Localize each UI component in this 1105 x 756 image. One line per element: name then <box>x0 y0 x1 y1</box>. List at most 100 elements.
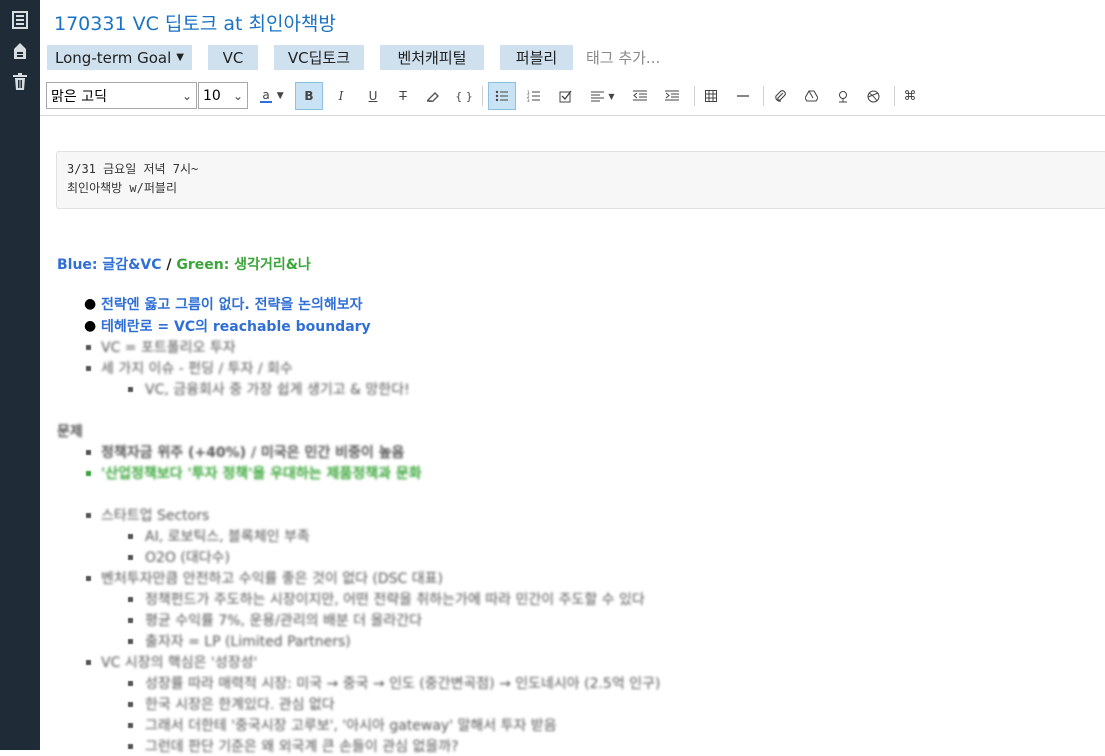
bullet-dot <box>128 723 133 728</box>
bullet-dot <box>128 555 133 560</box>
list-item: 그런데 판단 기준은 왜 외국계 큰 손들이 관심 없을까? <box>145 739 459 755</box>
underline-icon: U <box>368 89 378 103</box>
chevron-down-icon: ▼ <box>608 91 615 101</box>
bold-icon: B <box>304 89 314 103</box>
chevron-down-icon: ⌄ <box>181 89 192 103</box>
tag-chip[interactable]: 벤처캐피털 <box>379 45 484 70</box>
strikethrough-button[interactable]: T <box>389 82 417 110</box>
highlight-button[interactable] <box>419 82 447 110</box>
bullet-dot <box>128 681 133 686</box>
list-item: 벤처투자만큼 안전하고 수익률 좋은 것이 없다 (DSC 대표) <box>101 571 443 587</box>
align-button[interactable]: ▼ <box>583 82 623 110</box>
italic-icon: I <box>338 89 344 103</box>
bullet-dot: ● <box>84 296 97 312</box>
bullet-dot <box>128 597 133 602</box>
left-sidebar <box>0 0 40 750</box>
notebook-icon[interactable] <box>10 10 30 30</box>
drive-button[interactable] <box>797 82 825 110</box>
command-button[interactable]: ⌘ <box>896 82 924 110</box>
attach-button[interactable] <box>766 82 794 110</box>
code-line: 최인아책방 w/퍼블리 <box>67 181 177 195</box>
bullet-dot <box>128 744 133 749</box>
insert-table-button[interactable] <box>697 82 725 110</box>
bullet-dot <box>86 345 91 350</box>
list-item: 평균 수익률 7%, 운용/관리의 배분 더 올라간다 <box>145 613 423 629</box>
bold-button[interactable]: B <box>295 82 323 110</box>
horizontal-rule-icon <box>737 95 749 97</box>
list-item: 전략엔 옳고 그름이 없다. 전략을 논의해보자 <box>101 297 363 313</box>
underline-button[interactable]: U <box>359 82 387 110</box>
list-item: AI, 로보틱스, 블록체인 부족 <box>145 529 310 545</box>
text-color-button[interactable]: a ▼ <box>254 82 290 110</box>
chevron-down-icon: ▼ <box>276 91 284 101</box>
outdent-button[interactable] <box>626 82 654 110</box>
list-item: VC 시장의 핵심은 '성장성' <box>101 655 258 671</box>
font-family-value: 맑은 고딕 <box>51 88 107 105</box>
editor-pane: 170331 VC 딥토크 at 최인아책방 Long-term Goal ▼ V… <box>40 0 1105 755</box>
add-tag-input[interactable]: 태그 추가... <box>586 47 660 68</box>
location-button[interactable] <box>829 82 857 110</box>
toolbar-divider <box>694 86 695 106</box>
numbered-list-button[interactable]: 123 <box>520 82 548 110</box>
checklist-button[interactable] <box>551 82 579 110</box>
horizontal-rule-button[interactable] <box>729 82 757 110</box>
code-block[interactable]: 3/31 금요일 저녁 7시~ 최인아책방 w/퍼블리 <box>56 151 1105 209</box>
highlighter-icon <box>427 92 439 102</box>
indent-button[interactable] <box>658 82 686 110</box>
bullet-dot <box>128 618 133 623</box>
tag-bar: Long-term Goal ▼ VC VC딥토크 벤처캐피털 퍼블리 태그 추가… <box>47 45 660 70</box>
list-item: 세 가지 이슈 - 펀딩 / 투자 / 회수 <box>101 361 293 377</box>
svg-text:3: 3 <box>527 98 530 102</box>
table-icon <box>705 90 717 102</box>
notebook-label: Long-term Goal <box>55 48 172 67</box>
dribbble-button[interactable] <box>859 82 887 110</box>
bullet-dot: ● <box>84 318 97 334</box>
align-left-icon <box>591 91 605 101</box>
list-item: 정책펀드가 주도하는 시장이지만, 어떤 전략을 취하는가에 따라 민간이 주도… <box>145 592 645 608</box>
code-button[interactable]: { } <box>450 82 478 110</box>
list-item: '산업정책보다 '투자 정책'을 우대하는 제품정책과 문화 <box>101 466 422 482</box>
list-item: VC, 금융회사 중 가장 쉽게 생기고 & 망한다! <box>145 382 410 398</box>
trash-icon[interactable] <box>10 72 30 92</box>
italic-button[interactable]: I <box>327 82 355 110</box>
chevron-down-icon: ⌄ <box>232 89 243 103</box>
notebook-selector[interactable]: Long-term Goal ▼ <box>47 45 192 70</box>
strikethrough-icon: T <box>399 89 407 103</box>
bulleted-list-button[interactable] <box>488 82 516 110</box>
chevron-down-icon: ▼ <box>176 52 184 63</box>
tag-chip[interactable]: 퍼블리 <box>499 45 573 70</box>
font-size-select[interactable]: 10 ⌄ <box>198 82 248 109</box>
command-icon: ⌘ <box>903 88 917 104</box>
bullet-dot <box>86 450 91 455</box>
list-item: 테헤란로 = VC의 reachable boundary <box>101 319 371 335</box>
bullet-dot <box>86 471 91 476</box>
tag-chip[interactable]: VC딥토크 <box>273 45 364 70</box>
map-pin-icon <box>839 90 847 102</box>
drive-icon <box>804 90 818 102</box>
list-item: 성장률 따라 매력적 시장: 미국 → 중국 → 인도 (중간변곡점) → 인도… <box>145 676 661 692</box>
globe-icon <box>867 90 879 102</box>
bullet-dot <box>128 387 133 392</box>
note-icon[interactable] <box>10 41 30 61</box>
formatting-toolbar: 맑은 고딕 ⌄ 10 ⌄ a ▼ B I U T { } 123 ▼ ⌘ <box>40 79 1105 116</box>
bullet-dot <box>128 639 133 644</box>
legend-blue: Blue: 글감&VC <box>57 257 162 273</box>
note-content[interactable]: 3/31 금요일 저녁 7시~ 최인아책방 w/퍼블리 Blue: 글감&VC … <box>40 116 1105 755</box>
list-item: VC = 포트폴리오 투자 <box>101 340 236 356</box>
color-legend: Blue: 글감&VC / Green: 생각거리&나 <box>57 254 311 274</box>
list-item: 그래서 더한테 '중국시장 고루보', '아시아 gateway' 말해서 투자… <box>145 718 557 734</box>
bullet-dot <box>128 702 133 707</box>
note-title[interactable]: 170331 VC 딥토크 at 최인아책방 <box>54 9 336 36</box>
list-item: O2O (대다수) <box>145 550 230 566</box>
list-item: 한국 시장은 한계있다. 관심 없다 <box>145 697 335 713</box>
font-family-select[interactable]: 맑은 고딕 ⌄ <box>46 82 197 109</box>
indent-icon <box>665 90 679 101</box>
toolbar-divider <box>482 86 483 106</box>
bullet-dot <box>86 576 91 581</box>
section-heading: 문제 <box>57 424 83 440</box>
toolbar-divider <box>763 86 764 106</box>
tag-chip[interactable]: VC <box>207 45 258 70</box>
text-color-icon: a <box>260 88 272 103</box>
font-size-value: 10 <box>203 87 221 104</box>
bullet-dot <box>128 534 133 539</box>
